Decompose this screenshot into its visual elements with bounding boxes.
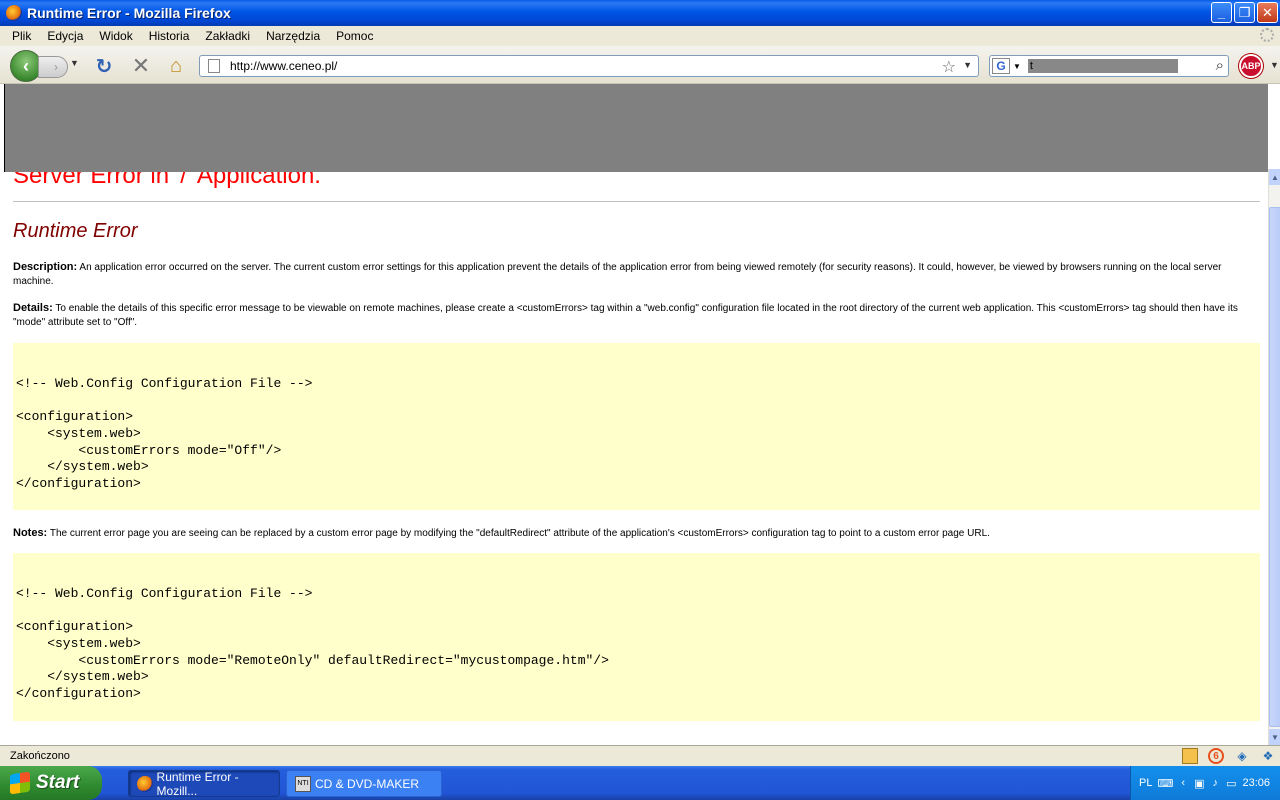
menu-bar: Plik Edycja Widok Historia Zakładki Narz… bbox=[0, 26, 1280, 46]
engine-dropdown-icon[interactable]: ▼ bbox=[1013, 62, 1021, 71]
description-text: An application error occurred on the ser… bbox=[13, 262, 1222, 287]
details-label: Details: bbox=[13, 302, 53, 314]
page-content: Server Error in '/' Application. Runtime… bbox=[0, 84, 1268, 745]
vertical-scrollbar[interactable]: ▲ ▼ bbox=[1268, 169, 1280, 745]
menu-history[interactable]: Historia bbox=[141, 29, 198, 43]
home-icon[interactable]: ⌂ bbox=[164, 54, 188, 78]
search-input[interactable] bbox=[1027, 59, 1178, 73]
history-dropdown-icon[interactable]: ▼ bbox=[70, 58, 79, 68]
menu-tools[interactable]: Narzędzia bbox=[258, 29, 328, 43]
dvd-maker-icon: NTI bbox=[295, 775, 311, 792]
scroll-thumb[interactable] bbox=[1269, 207, 1280, 727]
notes-label: Notes: bbox=[13, 527, 48, 539]
reload-icon[interactable]: ↻ bbox=[92, 54, 116, 78]
notes-text: The current error page you are seeing ca… bbox=[47, 528, 990, 539]
url-dropdown-icon[interactable]: ▼ bbox=[963, 60, 972, 70]
notes-paragraph: Notes: The current error page you are se… bbox=[13, 526, 1253, 541]
menu-bookmarks[interactable]: Zakładki bbox=[197, 29, 258, 43]
diamond-icon[interactable]: ◈ bbox=[1234, 748, 1250, 764]
navigation-toolbar: ‹ › ▼ ↻ ✕ ⌂ http://www.ceneo.pl/ ☆ ▼ G ▼… bbox=[0, 46, 1280, 84]
system-tray: PL ⌨ ‹ ▣ ♪ ▭ 23:06 bbox=[1130, 766, 1280, 800]
start-label: Start bbox=[36, 772, 80, 793]
details-paragraph: Details: To enable the details of this s… bbox=[13, 301, 1253, 330]
search-engine-icon[interactable]: G bbox=[992, 58, 1010, 74]
status-icons: 6 ◈ ❖ bbox=[1182, 748, 1276, 764]
url-text[interactable]: http://www.ceneo.pl/ bbox=[230, 59, 337, 73]
expand-tray-icon[interactable]: ‹ bbox=[1178, 776, 1188, 790]
taskbar: Start Runtime Error - Mozill... NTI CD &… bbox=[0, 766, 1280, 800]
url-bar[interactable]: http://www.ceneo.pl/ ☆ ▼ bbox=[199, 55, 979, 77]
page-icon bbox=[208, 59, 220, 73]
forward-button[interactable]: › bbox=[38, 56, 68, 78]
window-controls: _ ❐ ✕ bbox=[1211, 2, 1278, 23]
adblock-dropdown-icon[interactable]: ▼ bbox=[1270, 60, 1279, 70]
description-paragraph: Description: An application error occurr… bbox=[13, 260, 1253, 289]
code-block-remote: <!-- Web.Config Configuration File --> <… bbox=[13, 553, 1260, 721]
network-addon-icon[interactable]: ❖ bbox=[1260, 748, 1276, 764]
description-label: Description: bbox=[13, 261, 78, 273]
taskbar-item-dvd-maker[interactable]: NTI CD & DVD-MAKER bbox=[286, 770, 442, 797]
minimize-button[interactable]: _ bbox=[1211, 2, 1232, 23]
throbber-icon bbox=[1260, 28, 1274, 42]
adblock-plus-icon[interactable]: ABP bbox=[1239, 54, 1263, 78]
taskbar-item-firefox[interactable]: Runtime Error - Mozill... bbox=[128, 769, 280, 798]
scroll-up-arrow-icon[interactable]: ▲ bbox=[1269, 169, 1280, 185]
language-indicator[interactable]: PL bbox=[1139, 777, 1152, 789]
close-button[interactable]: ✕ bbox=[1257, 2, 1278, 23]
taskbar-item-label: Runtime Error - Mozill... bbox=[156, 769, 239, 798]
search-bar[interactable]: G ▼ ⌕ bbox=[989, 55, 1229, 77]
firefox-icon bbox=[6, 5, 22, 21]
menu-view[interactable]: Widok bbox=[91, 29, 140, 43]
scroll-down-arrow-icon[interactable]: ▼ bbox=[1269, 729, 1280, 745]
status-text: Zakończono bbox=[10, 750, 70, 762]
menu-edit[interactable]: Edycja bbox=[39, 29, 91, 43]
details-text: To enable the details of this specific e… bbox=[13, 303, 1238, 328]
redacted-overlay bbox=[4, 84, 1268, 172]
menu-file[interactable]: Plik bbox=[4, 29, 39, 43]
windows-logo-icon bbox=[10, 771, 30, 795]
volume-icon[interactable]: ♪ bbox=[1210, 776, 1220, 790]
code-block-off: <!-- Web.Config Configuration File --> <… bbox=[13, 343, 1260, 510]
clock: 23:06 bbox=[1242, 777, 1270, 789]
window-title: Runtime Error - Mozilla Firefox bbox=[27, 5, 231, 21]
divider bbox=[13, 201, 1260, 202]
menu-help[interactable]: Pomoc bbox=[328, 29, 381, 43]
bookmark-star-icon[interactable]: ☆ bbox=[942, 57, 956, 77]
notepad-icon[interactable] bbox=[1182, 748, 1198, 764]
error-subtitle: Runtime Error bbox=[13, 220, 138, 242]
network-icon[interactable]: ▣ bbox=[1194, 776, 1204, 790]
status-bar: Zakończono 6 ◈ ❖ bbox=[0, 745, 1280, 766]
stop-icon[interactable]: ✕ bbox=[129, 53, 153, 78]
addon-badge-icon[interactable]: 6 bbox=[1208, 748, 1224, 764]
keyboard-icon[interactable]: ⌨ bbox=[1158, 776, 1174, 790]
title-bar: Runtime Error - Mozilla Firefox _ ❐ ✕ bbox=[0, 0, 1280, 26]
taskbar-item-label: CD & DVD-MAKER bbox=[315, 776, 420, 791]
maximize-button[interactable]: ❐ bbox=[1234, 2, 1255, 23]
monitor-icon[interactable]: ▭ bbox=[1226, 776, 1236, 790]
search-icon[interactable]: ⌕ bbox=[1216, 57, 1224, 74]
start-button[interactable]: Start bbox=[0, 766, 102, 800]
firefox-icon bbox=[137, 775, 153, 792]
